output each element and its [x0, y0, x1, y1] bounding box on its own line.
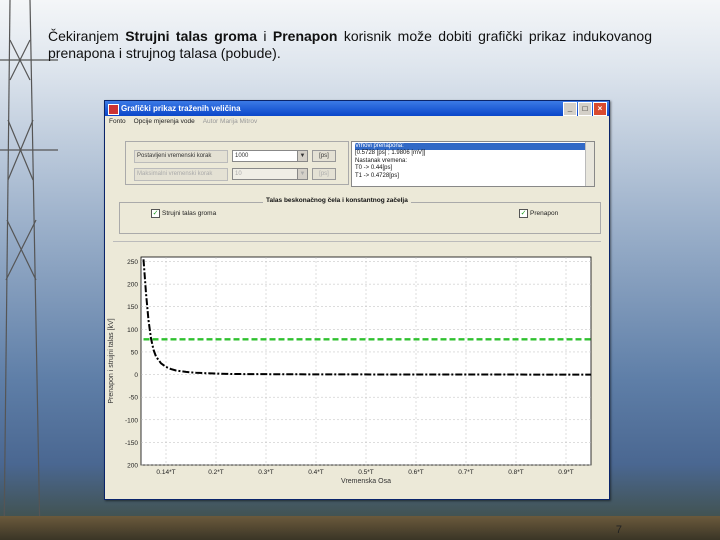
check-icon[interactable]: ✓ [519, 209, 528, 218]
menu-item-autor: Autor Marija Mitrov [202, 118, 258, 125]
y-tick-label: 200 [127, 282, 138, 289]
x-tick-label: 0.2*T [208, 469, 224, 476]
step-unit: [ps] [312, 150, 336, 162]
ground-strip [0, 516, 720, 540]
result-line[interactable]: T1 -> 0.4728[ps] [355, 173, 591, 180]
menu-item-opcije[interactable]: Opcije mjerenja vode [134, 116, 195, 127]
y-tick-label: 150 [127, 304, 138, 311]
separator [113, 241, 601, 242]
result-line[interactable]: T0 -> 0.44[ps] [355, 165, 591, 172]
y-axis-label: Prenapon i strujni talas [kV] [108, 318, 115, 403]
title-bar[interactable]: Grafički prikaz traženih veličina _ □ × [105, 101, 609, 116]
power-tower-image [0, 0, 58, 540]
x-axis-label: Vremenska Osa [341, 478, 391, 485]
step-select[interactable]: 1000 ▼ [232, 150, 308, 162]
y-tick-label: -100 [125, 417, 138, 424]
minimize-button[interactable]: _ [563, 102, 577, 116]
max-unit: [ps] [312, 168, 336, 180]
checkbox-label: Strujni talas groma [162, 210, 217, 218]
check-icon[interactable]: ✓ [151, 209, 160, 218]
chevron-down-icon[interactable]: ▼ [297, 151, 307, 161]
x-tick-label: 0.9*T [558, 469, 574, 476]
caption-mid: i [256, 28, 273, 44]
app-window: Grafički prikaz traženih veličina _ □ × … [104, 100, 610, 500]
result-line[interactable]: [0.5728 [ps] ; 1.9806 [mV]] [355, 150, 591, 157]
group-title: Talas beskonačnog čela i konstantnog zač… [263, 197, 411, 204]
checkbox-strujni-talas[interactable]: ✓ Strujni talas groma [151, 209, 216, 218]
caption-bold-strujni: Strujni talas groma [125, 28, 257, 44]
y-tick-label: -50 [129, 395, 139, 402]
x-tick-label: 0.5*T [358, 469, 374, 476]
checkbox-prenapon[interactable]: ✓ Prenapon [519, 209, 558, 218]
listbox-scrollbar[interactable] [585, 142, 594, 186]
checkbox-label: Prenapon [530, 210, 559, 218]
max-select: 10 ▼ [232, 168, 308, 180]
chevron-down-icon: ▼ [297, 169, 307, 179]
page-number: 7 [615, 524, 622, 536]
maximize-button[interactable]: □ [578, 102, 592, 116]
caption-prefix: Čekiranjem [48, 28, 126, 44]
x-tick-label: 0.8*T [508, 469, 524, 476]
app-icon [108, 104, 119, 115]
result-line[interactable]: Nastanak vremena: [355, 158, 591, 165]
result-line[interactable]: Vrhovi prenapona: [355, 143, 591, 151]
x-tick-label: 0.6*T [408, 469, 424, 476]
menu-item-fonto[interactable]: Fonto [109, 116, 126, 127]
x-tick-label: 0.14*T [156, 469, 175, 476]
param-label-step: Postavljeni vremenski korak [134, 150, 228, 163]
caption-bold-prenapon: Prenapon [272, 28, 338, 44]
overvoltage-chart: 200 -150 -100 -50 0 50 100 150 200 250 0.14*T 0.2*… [108, 256, 592, 485]
menu-bar: Fonto Opcije mjerenja vode Autor Marija … [105, 116, 609, 127]
window-title: Grafički prikaz traženih veličina [121, 104, 241, 113]
y-tick-label: -150 [125, 440, 138, 447]
y-tick-label: 200 [127, 463, 138, 470]
y-tick-label: 50 [131, 349, 139, 356]
y-tick-label: 0 [134, 372, 138, 379]
y-tick-label: 100 [127, 327, 138, 334]
close-button[interactable]: × [593, 102, 607, 116]
param-label-max: Maksimalni vremenski korak [134, 168, 228, 181]
parameters-panel: Postavljeni vremenski korak 1000 ▼ [ps] M… [125, 141, 349, 185]
x-axis: 0.14*T 0.2*T 0.3*T 0.4*T 0.5*T 0.6*T 0.7*T 0.8*… [156, 469, 573, 476]
x-tick-label: 0.3*T [258, 469, 274, 476]
y-axis: 200 -150 -100 -50 0 50 100 150 200 250 [125, 259, 138, 469]
results-listbox[interactable]: Vrhovi prenapona: [0.5728 [ps] ; 1.9806 … [351, 141, 595, 187]
y-tick-label: 250 [127, 259, 138, 266]
x-tick-label: 0.4*T [308, 469, 324, 476]
window-controls: _ □ × [563, 102, 607, 116]
x-tick-label: 0.7*T [458, 469, 474, 476]
slide-caption: Čekiranjem Strujni talas groma i Prenapo… [48, 28, 652, 62]
